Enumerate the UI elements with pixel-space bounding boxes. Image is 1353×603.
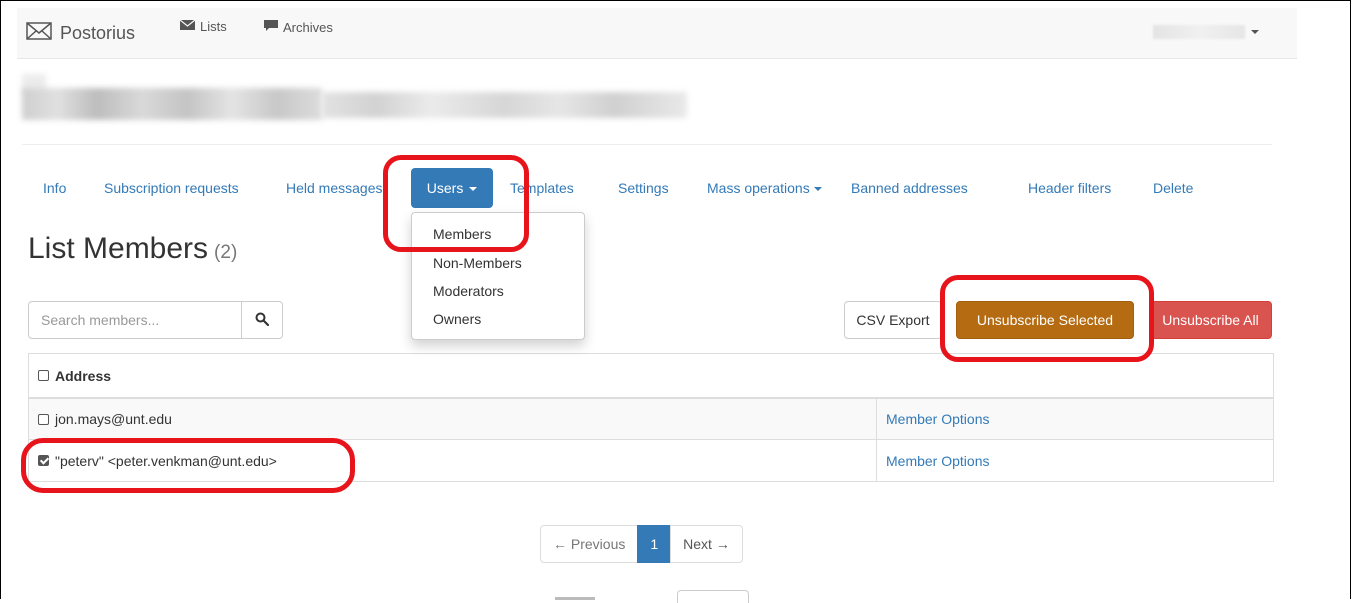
menu-item-non-members[interactable]: Non-Members <box>433 255 522 271</box>
tab-settings[interactable]: Settings <box>618 168 669 208</box>
address-header-label: Address <box>55 367 112 384</box>
list-title-redacted <box>22 74 692 132</box>
tab-subscription-requests[interactable]: Subscription requests <box>104 168 239 208</box>
tab-info[interactable]: Info <box>43 168 66 208</box>
top-navbar: Postorius Lists Archives <box>17 8 1297 59</box>
user-name-redacted <box>1153 25 1245 39</box>
annotation-ring-users <box>383 155 529 252</box>
member-options-link[interactable]: Member Options <box>886 453 989 469</box>
menu-item-owners[interactable]: Owners <box>433 311 481 327</box>
cutoff-text <box>555 592 595 600</box>
caret-down-icon <box>1251 30 1259 34</box>
member-address: jon.mays@unt.edu <box>55 411 172 427</box>
member-search <box>28 301 283 339</box>
page-title: List Members (2) <box>28 232 237 266</box>
caret-down-icon <box>813 187 822 192</box>
annotation-ring-unsubscribe <box>940 275 1154 362</box>
column-divider <box>876 440 877 481</box>
envelope-stack-icon <box>179 19 196 34</box>
current-page[interactable]: 1 <box>637 525 672 563</box>
menu-item-moderators[interactable]: Moderators <box>433 283 504 299</box>
header-divider <box>22 144 1272 145</box>
member-options-link[interactable]: Member Options <box>886 411 989 427</box>
tab-mass-operations-label: Mass operations <box>707 180 810 196</box>
address-column-header: Address <box>38 354 111 397</box>
nav-archives-label: Archives <box>283 19 333 35</box>
pagination: ← Previous 1 Next → <box>540 525 743 563</box>
annotation-ring-selected-member <box>21 438 355 493</box>
tab-delete[interactable]: Delete <box>1153 168 1193 208</box>
search-button[interactable] <box>241 301 283 339</box>
nav-archives-link[interactable]: Archives <box>263 19 333 35</box>
brand-link[interactable]: Postorius <box>26 20 135 47</box>
table-row: jon.mays@unt.edu Member Options <box>29 399 1273 440</box>
page-title-text: List Members <box>28 232 209 265</box>
brand-label: Postorius <box>60 23 136 43</box>
nav-lists-label: Lists <box>200 19 227 34</box>
envelope-icon <box>26 20 52 47</box>
tab-header-filters[interactable]: Header filters <box>1028 168 1111 208</box>
row-checkbox[interactable] <box>38 413 49 425</box>
unsubscribe-all-button[interactable]: Unsubscribe All <box>1149 301 1272 339</box>
member-count: (2) <box>214 242 238 263</box>
tab-held-messages[interactable]: Held messages <box>286 168 383 208</box>
csv-export-button[interactable]: CSV Export <box>844 301 942 339</box>
comment-icon <box>263 19 279 35</box>
user-menu[interactable] <box>1153 25 1259 39</box>
search-input[interactable] <box>28 301 242 339</box>
list-tabs: Info Subscription requests Held messages… <box>27 168 1287 212</box>
options-cell: Member Options <box>886 440 989 481</box>
options-cell: Member Options <box>886 399 989 439</box>
cutoff-select[interactable] <box>677 590 749 603</box>
next-page-button[interactable]: Next → <box>670 525 743 563</box>
tab-mass-operations[interactable]: Mass operations <box>707 168 822 208</box>
previous-page-button[interactable]: ← Previous <box>540 525 639 563</box>
address-cell: jon.mays@unt.edu <box>38 399 172 439</box>
search-icon <box>255 312 270 329</box>
select-all-checkbox[interactable] <box>38 370 49 381</box>
column-divider <box>876 399 877 439</box>
nav-lists-link[interactable]: Lists <box>179 19 227 34</box>
tab-banned-addresses[interactable]: Banned addresses <box>851 168 968 208</box>
